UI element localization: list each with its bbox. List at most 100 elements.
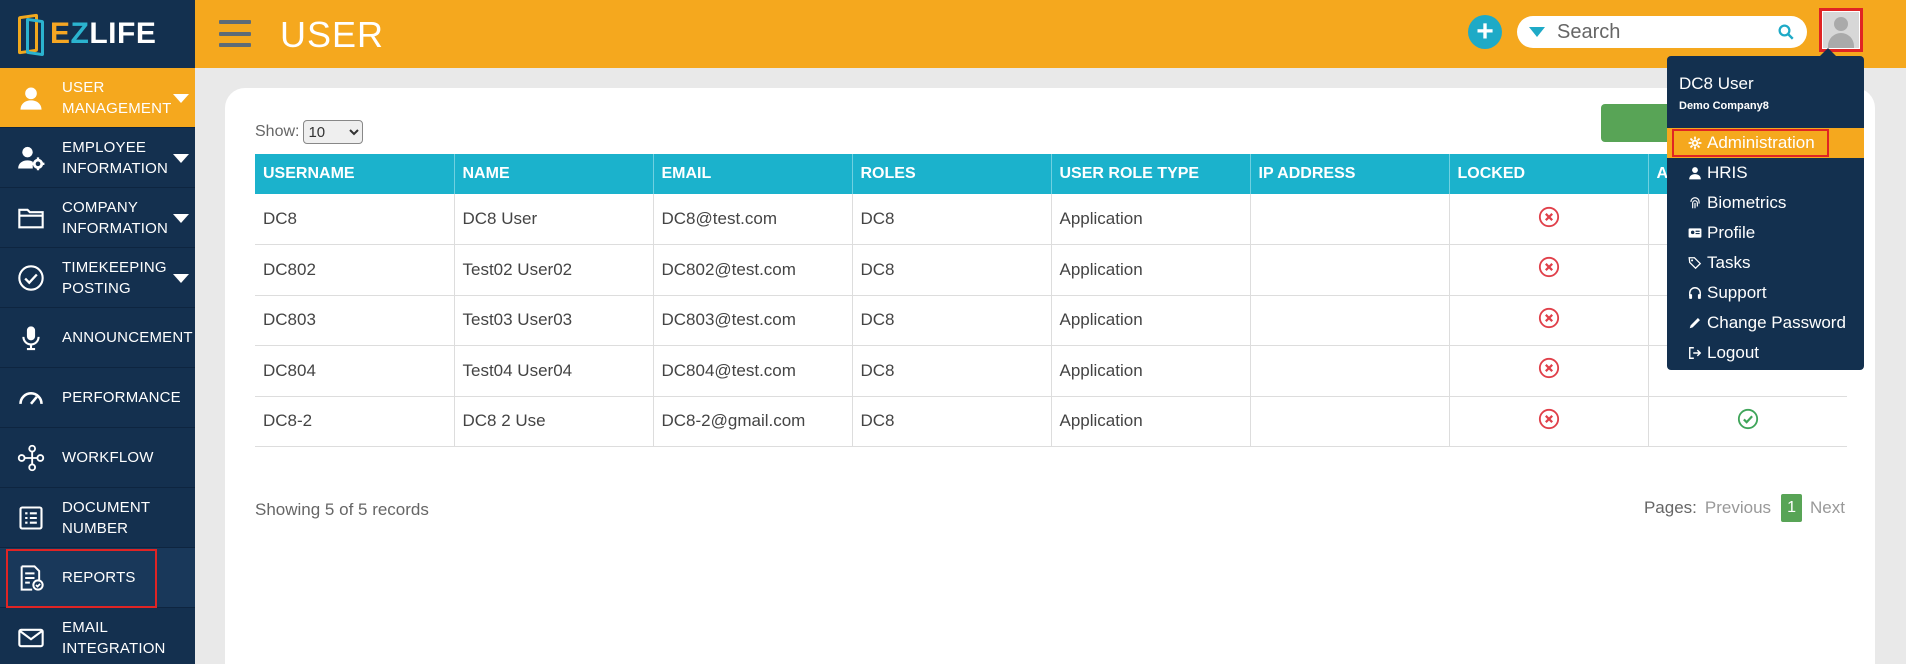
sidebar-item-workflow[interactable]: WORKFLOW xyxy=(0,428,195,488)
search-filter-caret-icon[interactable] xyxy=(1529,27,1545,37)
column-header[interactable]: USERNAME xyxy=(255,154,455,194)
dropdown-item-profile[interactable]: Profile xyxy=(1667,218,1864,248)
locked-x-icon xyxy=(1538,307,1560,334)
sidebar-item-timekeeping-posting[interactable]: TIMEKEEPING POSTING xyxy=(0,248,195,308)
cell-username: DC802 xyxy=(255,244,455,296)
sidebar-item-email-integration[interactable]: EMAIL INTEGRATION xyxy=(0,608,195,664)
cell-ip xyxy=(1250,396,1450,447)
fingerprint-icon xyxy=(1687,195,1703,211)
sidebar-item-user-management[interactable]: USER MANAGEMENT xyxy=(0,68,195,128)
logout-icon xyxy=(1687,345,1703,361)
column-header[interactable]: EMAIL xyxy=(653,154,853,194)
logo[interactable]: EZLIFE xyxy=(0,0,195,68)
top-header: USER + xyxy=(195,0,1906,68)
envelope-icon xyxy=(0,624,62,652)
page-size-select[interactable]: 10 xyxy=(303,120,364,144)
microphone-icon xyxy=(0,324,62,352)
dropdown-item-label: Support xyxy=(1707,283,1767,302)
user-dropdown-menu: DC8 User Demo Company8 Administration HR… xyxy=(1667,48,1864,370)
dropdown-user-name: DC8 User xyxy=(1679,74,1754,93)
dropdown-item-logout[interactable]: Logout xyxy=(1667,338,1864,368)
cell-roles: DC8 xyxy=(852,345,1052,397)
sidebar-item-announcement[interactable]: ANNOUNCEMENT xyxy=(0,308,195,368)
users-table: USERNAME NAME EMAIL ROLES USER ROLE TYPE… xyxy=(255,154,1847,447)
active-check-icon xyxy=(1737,408,1759,435)
table-row[interactable]: DC8-2 DC8 2 Use DC8-2@gmail.com DC8 Appl… xyxy=(255,396,1847,447)
locked-x-icon xyxy=(1538,256,1560,283)
search-box xyxy=(1517,16,1807,48)
cell-role-type: Application xyxy=(1051,345,1251,397)
sidebar-item-employee-information[interactable]: EMPLOYEE INFORMATION xyxy=(0,128,195,188)
cell-locked xyxy=(1449,295,1649,346)
dropdown-item-biometrics[interactable]: Biometrics xyxy=(1667,188,1864,218)
search-icon[interactable] xyxy=(1777,23,1795,46)
cell-roles: DC8 xyxy=(852,194,1052,245)
sidebar-item-label: COMPANY INFORMATION xyxy=(62,198,169,237)
dropdown-list: Administration HRIS Biometrics Profile T… xyxy=(1667,128,1864,368)
dropdown-company-name: Demo Company8 xyxy=(1679,100,1769,112)
sidebar-item-label: EMPLOYEE INFORMATION xyxy=(62,138,169,177)
sidebar-item-label: USER MANAGEMENT xyxy=(62,78,172,117)
sidebar-item-reports[interactable]: REPORTS xyxy=(0,548,195,608)
cell-username: DC8 xyxy=(255,194,455,245)
cell-locked xyxy=(1449,396,1649,447)
chevron-down-icon xyxy=(173,213,189,223)
cell-role-type: Application xyxy=(1051,194,1251,245)
cell-username: DC8-2 xyxy=(255,396,455,447)
gauge-icon xyxy=(0,384,62,412)
cell-active xyxy=(1648,396,1847,447)
user-avatar-button[interactable] xyxy=(1819,8,1863,52)
page-number-button[interactable]: 1 xyxy=(1781,494,1803,522)
column-header[interactable]: NAME xyxy=(454,154,654,194)
add-button[interactable]: + xyxy=(1468,15,1502,49)
cell-name: Test03 User03 xyxy=(454,295,654,346)
records-summary: Showing 5 of 5 records xyxy=(255,500,429,519)
cell-username: DC803 xyxy=(255,295,455,346)
dropdown-item-label: Change Password xyxy=(1707,313,1846,332)
sidebar-item-label: DOCUMENT NUMBER xyxy=(62,498,150,537)
column-header[interactable]: LOCKED xyxy=(1449,154,1649,194)
logo-text: EZLIFE xyxy=(50,17,157,50)
chevron-down-icon xyxy=(173,93,189,103)
cell-email: DC8-2@gmail.com xyxy=(653,396,853,447)
dropdown-item-label: Logout xyxy=(1707,343,1759,362)
sidebar-item-label: WORKFLOW xyxy=(62,449,154,466)
dropdown-item-change-password[interactable]: Change Password xyxy=(1667,308,1864,338)
folder-icon xyxy=(0,204,62,232)
cell-role-type: Application xyxy=(1051,396,1251,447)
table-row[interactable]: DC804 Test04 User04 DC804@test.com DC8 A… xyxy=(255,345,1847,397)
search-input[interactable] xyxy=(1557,20,1777,44)
sidebar-item-company-information[interactable]: COMPANY INFORMATION xyxy=(0,188,195,248)
sidebar-item-label: EMAIL INTEGRATION xyxy=(62,618,166,657)
hamburger-menu-icon[interactable] xyxy=(219,20,251,47)
dropdown-item-administration[interactable]: Administration xyxy=(1667,128,1864,158)
dropdown-item-support[interactable]: Support xyxy=(1667,278,1864,308)
dropdown-item-hris[interactable]: HRIS xyxy=(1667,158,1864,188)
column-header[interactable]: USER ROLE TYPE xyxy=(1051,154,1251,194)
workflow-icon xyxy=(0,444,62,472)
cell-email: DC803@test.com xyxy=(653,295,853,346)
chevron-down-icon xyxy=(173,153,189,163)
sidebar: EZLIFE USER MANAGEMENT EMPLOYEE INFORMAT… xyxy=(0,0,195,664)
next-page-link[interactable]: Next xyxy=(1810,498,1845,518)
table-row[interactable]: DC802 Test02 User02 DC802@test.com DC8 A… xyxy=(255,244,1847,296)
cell-ip xyxy=(1250,295,1450,346)
cell-email: DC804@test.com xyxy=(653,345,853,397)
cell-ip xyxy=(1250,244,1450,296)
sidebar-item-document-number[interactable]: DOCUMENT NUMBER xyxy=(0,488,195,548)
table-row[interactable]: DC8 DC8 User DC8@test.com DC8 Applicatio… xyxy=(255,194,1847,245)
table-header-row: USERNAME NAME EMAIL ROLES USER ROLE TYPE… xyxy=(255,154,1847,194)
previous-page-link[interactable]: Previous xyxy=(1705,498,1771,518)
table-row[interactable]: DC803 Test03 User03 DC803@test.com DC8 A… xyxy=(255,295,1847,346)
cell-roles: DC8 xyxy=(852,396,1052,447)
column-header[interactable]: ROLES xyxy=(852,154,1052,194)
dropdown-item-label: HRIS xyxy=(1707,163,1748,182)
cell-locked xyxy=(1449,345,1649,397)
page-size-control: Show: 10 xyxy=(255,120,364,144)
dropdown-item-tasks[interactable]: Tasks xyxy=(1667,248,1864,278)
column-header[interactable]: IP ADDRESS xyxy=(1250,154,1450,194)
sidebar-item-label: TIMEKEEPING POSTING xyxy=(62,258,167,297)
dropdown-item-label: Biometrics xyxy=(1707,193,1787,212)
sidebar-item-performance[interactable]: PERFORMANCE xyxy=(0,368,195,428)
pagination: Pages: Previous 1 Next xyxy=(1644,494,1845,522)
